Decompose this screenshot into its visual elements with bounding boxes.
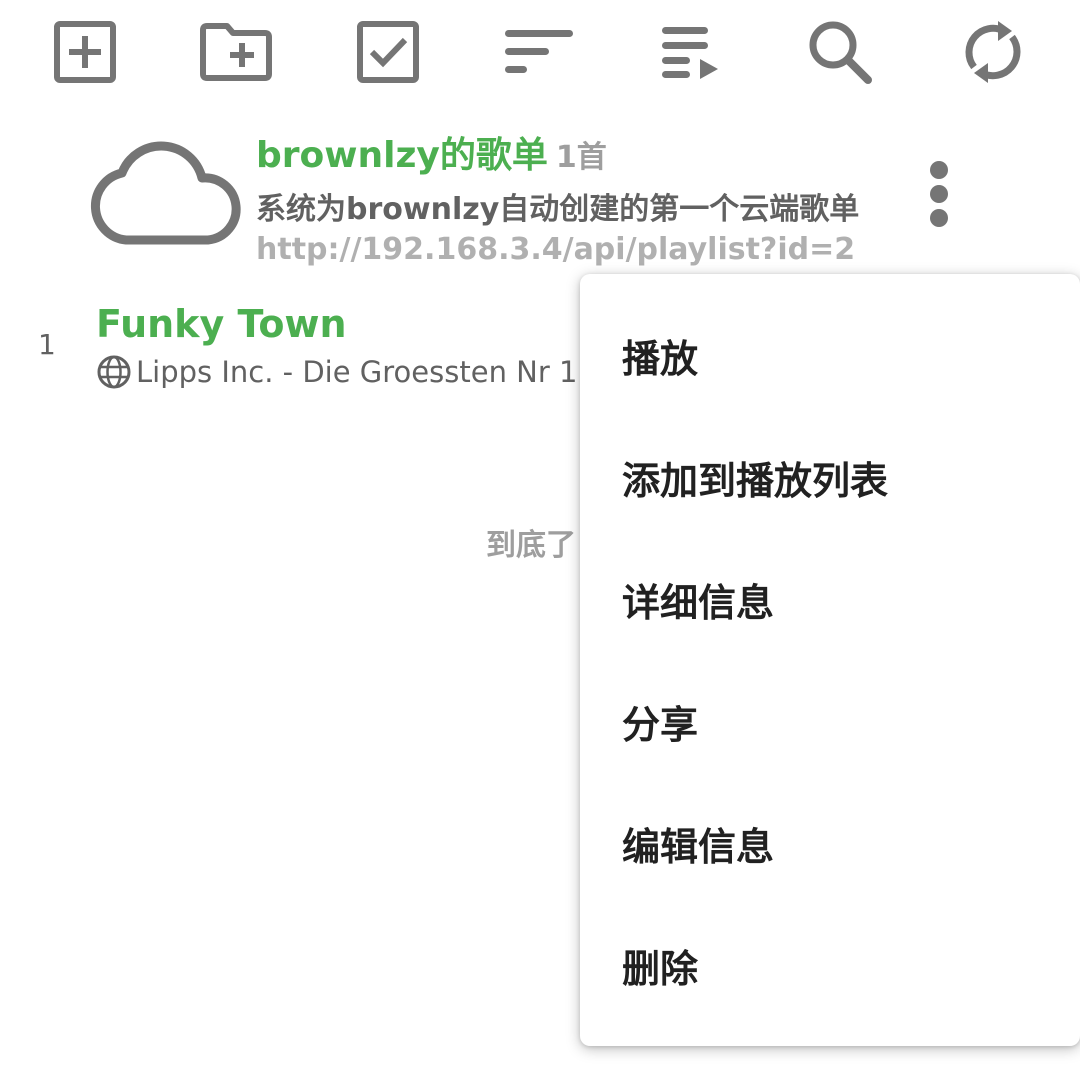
playlist-header: brownlzy的歌单 1首 系统为brownlzy自动创建的第一个云端歌单 ht…: [0, 118, 1080, 278]
play-queue-icon: [662, 27, 718, 79]
playlist-name: brownlzy的歌单: [256, 135, 548, 176]
song-subtitle: Lipps Inc. - Die Groessten Nr 1: [96, 354, 577, 390]
multi-select-button[interactable]: [348, 14, 428, 90]
menu-item-label: 详细信息: [622, 580, 775, 625]
menu-item-edit-info[interactable]: 编辑信息: [580, 782, 1080, 904]
song-index: 1: [38, 328, 56, 361]
menu-item-add-to-playlist[interactable]: 添加到播放列表: [580, 416, 1080, 538]
cloud-icon: [91, 141, 241, 245]
playlist-description: 系统为brownlzy自动创建的第一个云端歌单: [256, 192, 860, 227]
app-window: brownlzy的歌单 1首 系统为brownlzy自动创建的第一个云端歌单 ht…: [0, 0, 1080, 1070]
new-folder-icon: [200, 23, 272, 81]
sort-icon: [505, 30, 573, 73]
checkbox-icon: [357, 21, 419, 83]
globe-icon: [97, 355, 131, 389]
menu-item-label: 添加到播放列表: [622, 458, 889, 503]
more-options-button[interactable]: [910, 154, 970, 234]
list-end-label: 到底了: [486, 528, 576, 563]
search-icon: [809, 21, 872, 84]
song-artist-album: Lipps Inc. - Die Groessten Nr 1: [136, 355, 578, 389]
play-queue-button[interactable]: [651, 14, 731, 90]
refresh-button[interactable]: [953, 14, 1033, 90]
playlist-song-count: 1首: [555, 140, 607, 175]
playlist-title-line: brownlzy的歌单 1首: [256, 126, 607, 178]
menu-item-label: 分享: [622, 702, 699, 747]
menu-item-share[interactable]: 分享: [580, 660, 1080, 782]
context-menu: 播放 添加到播放列表 详细信息 分享 编辑信息 删除: [580, 274, 1080, 1046]
search-button[interactable]: [800, 14, 880, 90]
playlist-url: http://192.168.3.4/api/playlist?id=2: [256, 232, 856, 267]
menu-item-details[interactable]: 详细信息: [580, 538, 1080, 660]
toolbar: [0, 0, 1080, 100]
menu-item-label: 删除: [622, 946, 699, 991]
song-title: Funky Town: [96, 302, 347, 346]
menu-item-play[interactable]: 播放: [580, 294, 1080, 416]
refresh-icon: [965, 21, 1021, 83]
more-vert-icon: [930, 161, 948, 227]
sort-button[interactable]: [499, 14, 579, 90]
menu-item-delete[interactable]: 删除: [580, 904, 1080, 1026]
add-button[interactable]: [45, 14, 125, 90]
menu-item-label: 播放: [622, 336, 699, 381]
new-folder-button[interactable]: [196, 14, 276, 90]
menu-item-label: 编辑信息: [622, 824, 775, 869]
add-box-icon: [54, 21, 116, 83]
